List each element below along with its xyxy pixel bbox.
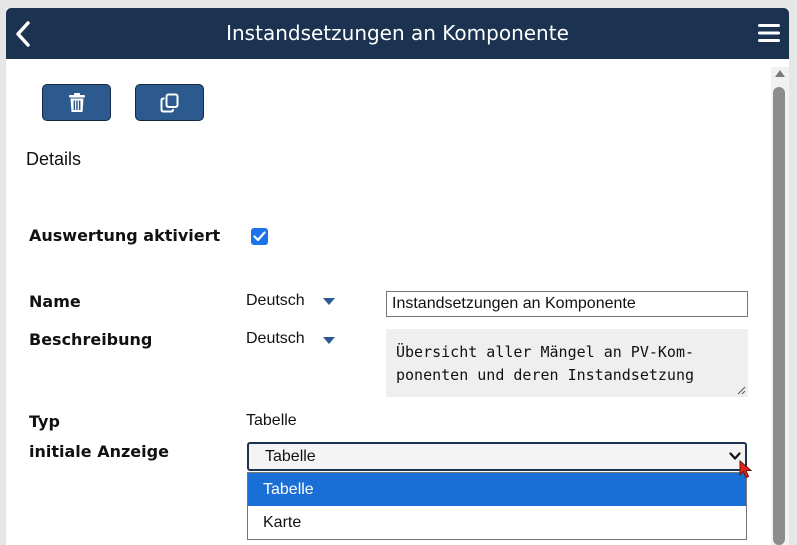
trash-icon bbox=[68, 92, 85, 112]
scroll-thumb[interactable] bbox=[773, 87, 785, 545]
description-label: Beschreibung bbox=[29, 330, 153, 349]
description-language-caret-icon[interactable] bbox=[323, 337, 335, 344]
name-label: Name bbox=[29, 292, 81, 311]
scroll-up-icon[interactable] bbox=[774, 69, 786, 79]
name-language-caret-icon[interactable] bbox=[323, 298, 335, 305]
dropdown-option-karte[interactable]: Karte bbox=[248, 506, 746, 539]
description-line: ponenten und deren Instandsetzung bbox=[396, 366, 695, 384]
description-language[interactable]: Deutsch bbox=[246, 330, 305, 348]
description-line: Übersicht aller Mängel an PV-Kom- bbox=[396, 343, 695, 361]
name-input[interactable] bbox=[386, 291, 748, 317]
type-value: Tabelle bbox=[246, 412, 297, 429]
resize-grip-icon[interactable] bbox=[737, 386, 746, 395]
page-title: Instandsetzungen an Komponente bbox=[226, 21, 569, 45]
dropdown-option-tabelle[interactable]: Tabelle bbox=[248, 473, 746, 506]
name-language[interactable]: Deutsch bbox=[246, 292, 305, 310]
top-bar: Instandsetzungen an Komponente bbox=[6, 8, 789, 59]
initial-view-selected: Tabelle bbox=[265, 448, 316, 465]
vertical-scrollbar[interactable] bbox=[771, 67, 789, 545]
evaluation-checkbox[interactable] bbox=[251, 228, 268, 245]
chevron-left-icon bbox=[16, 21, 30, 47]
hamburger-menu-icon bbox=[758, 24, 780, 42]
checkmark-icon bbox=[253, 231, 266, 242]
initial-view-label: initiale Anzeige bbox=[29, 442, 169, 461]
initial-view-select[interactable]: Tabelle bbox=[247, 442, 747, 471]
type-label: Typ bbox=[29, 412, 60, 431]
app-window: Instandsetzungen an Komponente Details A… bbox=[6, 8, 789, 545]
menu-button[interactable] bbox=[757, 22, 781, 44]
back-button[interactable] bbox=[12, 20, 34, 48]
delete-button[interactable] bbox=[42, 84, 111, 121]
initial-view-dropdown: Tabelle Karte bbox=[247, 472, 747, 540]
copy-icon bbox=[160, 93, 178, 112]
evaluation-label: Auswertung aktiviert bbox=[29, 226, 221, 245]
mouse-cursor-icon bbox=[739, 460, 753, 479]
copy-button[interactable] bbox=[135, 84, 204, 121]
description-textarea[interactable]: Übersicht aller Mängel an PV-Kom- ponent… bbox=[386, 329, 748, 397]
section-title: Details bbox=[26, 149, 82, 169]
